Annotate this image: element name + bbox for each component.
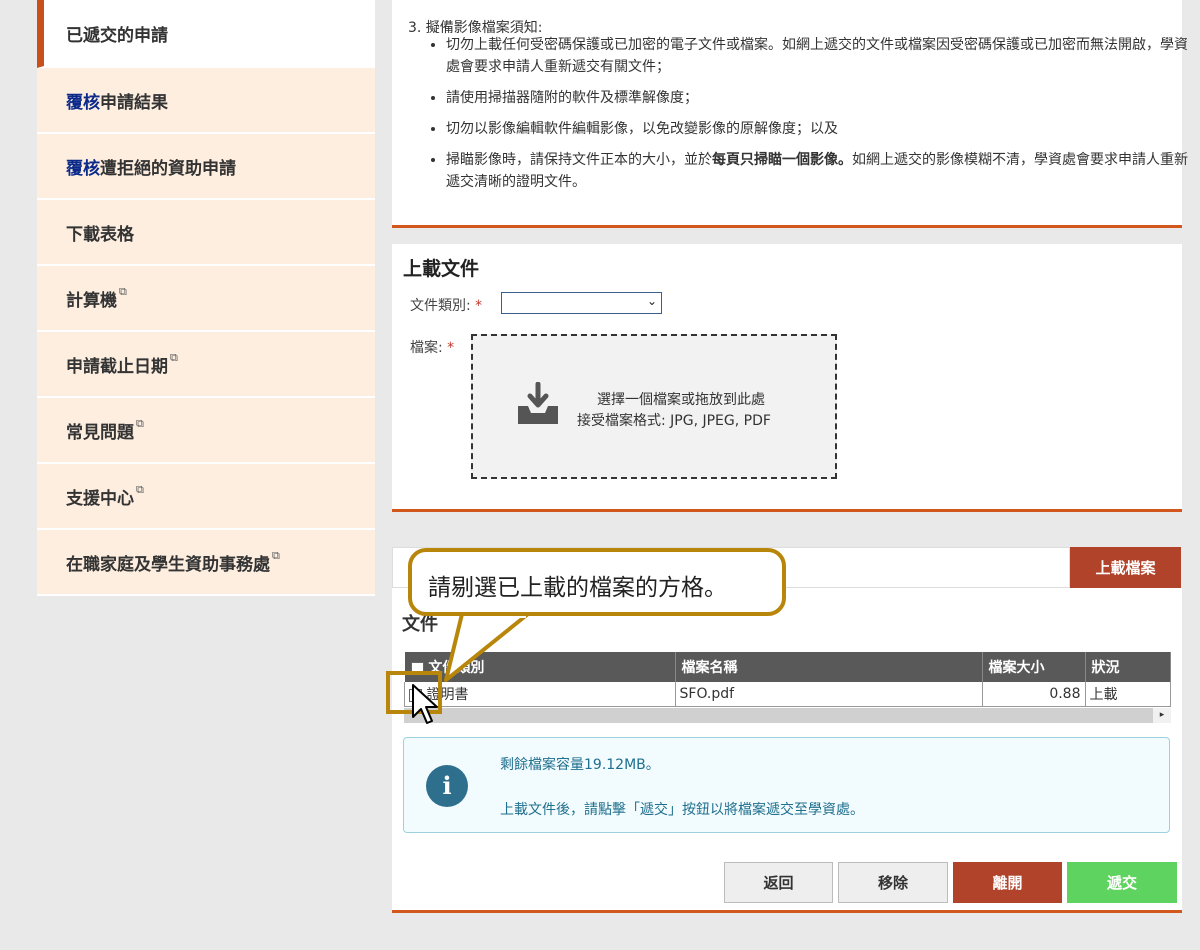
upload-title: 上載文件 <box>403 258 480 280</box>
sidebar-item-label: 在職家庭及學生資助事務處 <box>66 554 270 575</box>
image-preparation-notes: 3. 擬備影像檔案須知: 切勿上載任何受密碼保護或已加密的電子文件或檔案。如網上… <box>392 0 1188 228</box>
info-icon: i <box>426 765 468 807</box>
doc-type-select[interactable]: ⌄ <box>501 292 662 314</box>
sidebar-item-review-rejected[interactable]: 覆核 遭拒絕的資助申請 <box>37 134 375 200</box>
sidebar-item-label: 計算機 <box>66 290 117 311</box>
sidebar-item-download-forms[interactable]: 下載表格 <box>37 200 375 266</box>
required-mark: * <box>447 340 455 356</box>
info-box: i 剩餘檔案容量19.12MB。 上載文件後，請點擊「遞交」按鈕以將檔案遞交至學… <box>403 737 1170 833</box>
required-mark: * <box>475 298 483 314</box>
upload-tray-icon <box>518 382 558 424</box>
sidebar-item-faq[interactable]: 常見問題 ⧉ <box>37 398 375 464</box>
column-file-name: 檔案名稱 <box>675 652 983 682</box>
sidebar-item-label: 支援中心 <box>66 488 134 509</box>
file-label: 檔案: * <box>410 337 454 357</box>
sidebar-item-label: 下載表格 <box>66 224 134 245</box>
notes-item: 掃瞄影像時，請保持文件正本的大小，並於每頁只掃瞄一個影像。如網上遞交的影像模糊不… <box>446 149 1198 193</box>
notes-item: 請使用掃描器隨附的軟件及標準解像度； <box>446 87 1198 109</box>
sidebar-item-review-result[interactable]: 覆核 申請結果 <box>37 68 375 134</box>
mouse-cursor-icon <box>412 684 438 724</box>
sidebar-item-label: 已遞交的申請 <box>66 25 168 46</box>
cell-file-name: SFO.pdf <box>674 682 983 707</box>
sidebar-nav: 已遞交的申請 覆核 申請結果 覆核 遭拒絕的資助申請 下載表格 計算機 ⧉ 申請截止日… <box>37 0 375 596</box>
cell-status: 上載 <box>1084 682 1171 707</box>
doc-type-label-text: 文件類別: <box>410 298 471 314</box>
upload-document-panel: 上載文件 文件類別: * ⌄ 檔案: * 選擇一個檔案或拖放到此處 接受檔案格式… <box>392 244 1182 512</box>
sidebar-item-calculator[interactable]: 計算機 ⧉ <box>37 266 375 332</box>
external-link-icon: ⧉ <box>272 549 280 562</box>
dropzone-instruction: 選擇一個檔案或拖放到此處 <box>597 392 765 408</box>
sidebar-item-label: 申請截止日期 <box>66 356 168 377</box>
file-label-text: 檔案: <box>410 340 443 356</box>
sidebar-item-label: 遭拒絕的資助申請 <box>100 158 236 179</box>
leave-button[interactable]: 離開 <box>953 862 1062 903</box>
sidebar-item-label: 常見問題 <box>66 422 134 443</box>
doc-type-label: 文件類別: * <box>410 295 482 315</box>
cell-file-size: 0.88 <box>981 682 1086 707</box>
sidebar-item-prefix: 覆核 <box>66 158 100 179</box>
sidebar-item-label: 申請結果 <box>100 92 168 113</box>
sidebar-item-wfsfaa[interactable]: 在職家庭及學生資助事務處 ⧉ <box>37 530 375 596</box>
tutorial-callout: 請剔選已上載的檔案的方格。 <box>408 548 786 616</box>
file-dropzone[interactable]: 選擇一個檔案或拖放到此處 接受檔案格式: JPG, JPEG, PDF <box>471 334 837 479</box>
remove-button[interactable]: 移除 <box>838 862 948 903</box>
callout-text: 請剔選已上載的檔案的方格。 <box>428 575 727 601</box>
column-status: 狀況 <box>1085 652 1171 682</box>
notes-list: 切勿上載任何受密碼保護或已加密的電子文件或檔案。如網上遞交的文件或檔案因受密碼保… <box>424 34 1198 202</box>
sidebar-item-prefix: 覆核 <box>66 92 100 113</box>
submit-button[interactable]: 遞交 <box>1067 862 1177 903</box>
external-link-icon: ⧉ <box>170 351 178 364</box>
external-link-icon: ⧉ <box>136 483 144 496</box>
horizontal-scrollbar[interactable]: ▸ <box>404 708 1171 723</box>
notes-item-text: 掃瞄影像時，請保持文件正本的大小，並於 <box>446 152 712 168</box>
scroll-right-icon[interactable]: ▸ <box>1153 708 1171 723</box>
external-link-icon: ⧉ <box>119 285 127 298</box>
dropzone-formats: 接受檔案格式: JPG, JPEG, PDF <box>577 413 771 429</box>
submit-instruction: 上載文件後，請點擊「遞交」按鈕以將檔案遞交至學資處。 <box>500 802 864 818</box>
sidebar-item-deadlines[interactable]: 申請截止日期 ⧉ <box>37 332 375 398</box>
column-file-size: 檔案大小 <box>982 652 1086 682</box>
sidebar-item-submitted-applications[interactable]: 已遞交的申請 <box>37 0 375 68</box>
notes-item-bold: 每頁只掃瞄一個影像。 <box>712 152 852 168</box>
chevron-down-icon: ⌄ <box>646 294 657 308</box>
notes-item: 切勿上載任何受密碼保護或已加密的電子文件或檔案。如網上遞交的文件或檔案因受密碼保… <box>446 34 1198 78</box>
external-link-icon: ⧉ <box>136 417 144 430</box>
upload-file-button[interactable]: 上載檔案 <box>1070 547 1181 588</box>
remaining-capacity: 剩餘檔案容量19.12MB。 <box>500 757 660 773</box>
back-button[interactable]: 返回 <box>724 862 833 903</box>
notes-item: 切勿以影像編輯軟件編輯影像，以免改變影像的原解像度；以及 <box>446 118 1198 140</box>
sidebar-item-support[interactable]: 支援中心 ⧉ <box>37 464 375 530</box>
